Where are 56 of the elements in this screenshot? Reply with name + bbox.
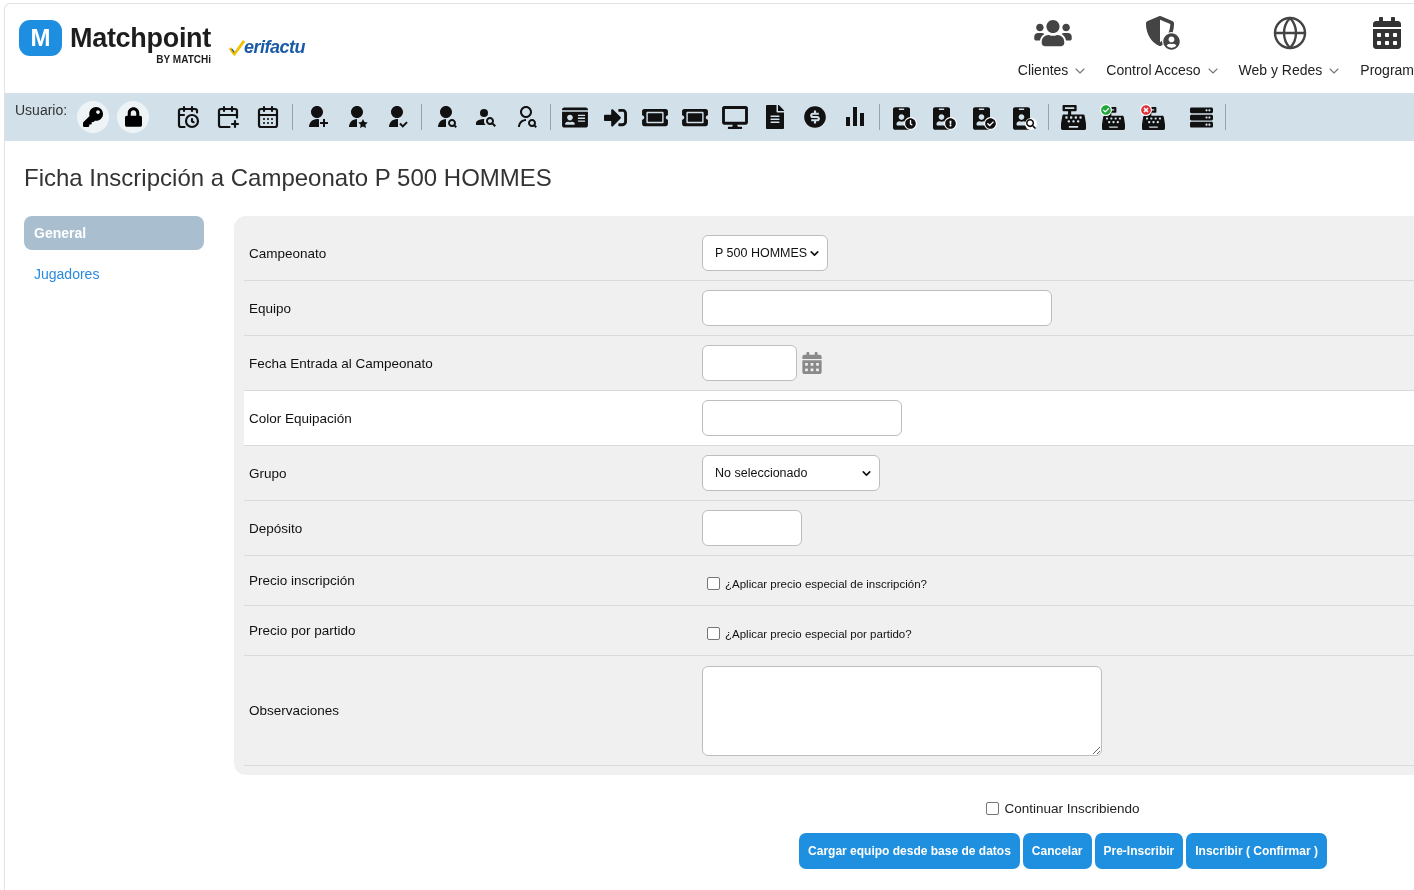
- monitor-icon[interactable]: [722, 105, 749, 129]
- textarea-field[interactable]: [702, 665, 1102, 756]
- key-button[interactable]: [77, 101, 110, 133]
- field-label: Color Equipación: [249, 410, 353, 426]
- field-label: Campeonato: [249, 245, 328, 261]
- nav-menu-item[interactable]: Clientes: [1017, 14, 1089, 79]
- drawers-icon[interactable]: [1189, 105, 1213, 129]
- text-field[interactable]: [702, 510, 802, 546]
- badge-alert-icon[interactable]: [931, 104, 958, 130]
- users-icon[interactable]: [1034, 18, 1073, 48]
- cash-register-check-icon[interactable]: [1100, 104, 1127, 130]
- field-label: Grupo: [249, 465, 288, 481]
- page-title: Ficha Inscripción a Campeonato P 500 HOMMES: [24, 163, 553, 193]
- text-field[interactable]: [702, 400, 902, 436]
- lock-button[interactable]: [117, 101, 150, 133]
- nav-menu-item[interactable]: Program: [1360, 14, 1414, 79]
- calendar-clock-icon[interactable]: [176, 105, 201, 129]
- field-label: Precio inscripción: [249, 573, 356, 588]
- sidebar-tab[interactable]: Jugadores: [24, 257, 204, 291]
- badge-check-icon[interactable]: [971, 104, 998, 130]
- field-label: Equipo: [249, 300, 293, 316]
- checkbox[interactable]: [707, 627, 720, 640]
- brand-name: Matchpoint: [70, 22, 211, 55]
- user-label: Usuario:: [15, 102, 68, 118]
- brand-tagline: BY MATCHi: [156, 54, 211, 66]
- document-icon[interactable]: [766, 105, 785, 129]
- dropdown-select[interactable]: P 500 HOMMES: [702, 235, 828, 271]
- field-label: Observaciones: [249, 703, 341, 718]
- key-icon: [83, 107, 104, 127]
- lock-icon: [124, 107, 142, 127]
- calendar-plus-icon[interactable]: [216, 105, 241, 129]
- cash-register-cross-icon[interactable]: [1140, 104, 1167, 130]
- cash-register-icon[interactable]: [1060, 104, 1086, 130]
- checkbox-label: ¿Aplicar precio especial de inscripción?: [725, 577, 927, 590]
- text-field[interactable]: [702, 290, 1052, 326]
- date-field[interactable]: [702, 345, 797, 381]
- checkbox-label: ¿Aplicar precio especial por partido?: [725, 627, 912, 640]
- checkbox[interactable]: [707, 577, 720, 590]
- field-label: Depósito: [249, 520, 304, 536]
- field-label: Fecha Entrada al Campeonato: [249, 355, 434, 371]
- dollar-coin-icon[interactable]: [802, 104, 829, 130]
- nav-menu-item[interactable]: Web y Redes: [1238, 14, 1343, 79]
- globe-icon[interactable]: [1272, 15, 1309, 51]
- checkbox-label: Continuar Inscribiendo: [1004, 800, 1140, 817]
- dropdown-select[interactable]: No seleccionado: [702, 455, 880, 491]
- logo-mark: M: [19, 20, 62, 56]
- nav-menu-item[interactable]: Control Acceso: [1106, 14, 1221, 79]
- field-label: Precio por partido: [249, 623, 357, 638]
- shield-user-icon[interactable]: [1145, 15, 1182, 51]
- verifactu-logo: erifactu: [229, 37, 305, 57]
- badge-clock-icon[interactable]: [891, 104, 918, 130]
- calendar-icon[interactable]: [256, 105, 281, 129]
- badge-search-icon[interactable]: [1011, 104, 1038, 130]
- checkbox[interactable]: [986, 802, 1000, 815]
- calendar-icon[interactable]: [1373, 17, 1402, 49]
- id-card-icon[interactable]: [562, 105, 589, 129]
